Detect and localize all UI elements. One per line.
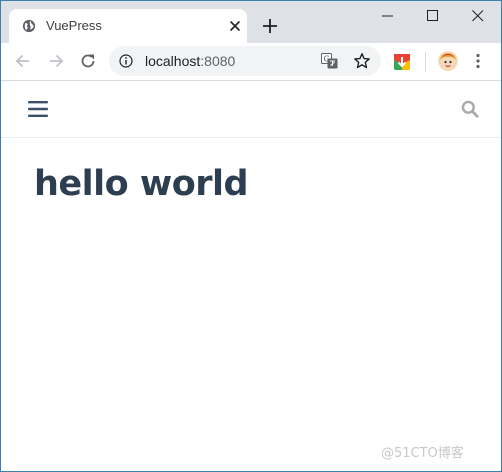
browser-toolbar: localhost:8080 G [1,43,501,81]
globe-icon [22,19,36,33]
window-close-button[interactable] [455,1,501,31]
avatar[interactable] [438,51,458,71]
toolbar-divider [425,52,426,72]
more-menu-icon[interactable] [475,53,481,69]
watermark: @51CTO博客 [381,446,464,461]
page-content: hello world @51CTO博客 [1,81,501,471]
star-icon[interactable] [353,52,371,70]
search-icon[interactable] [461,100,479,118]
page-heading: hello world [34,164,249,204]
close-icon [472,10,484,22]
new-tab-plus-icon[interactable] [261,17,279,35]
tab-close-icon[interactable] [227,18,243,34]
forward-arrow-icon[interactable] [46,51,66,71]
maximize-button[interactable] [410,1,456,31]
tab-vuepress[interactable]: VuePress [9,9,247,43]
url-text: localhost:8080 [145,53,235,69]
vuepress-navbar [1,81,501,138]
tab-title: VuePress [46,18,102,33]
address-bar[interactable]: localhost:8080 G [109,46,381,76]
url-host: localhost [145,53,201,69]
browser-window: VuePress localhost:8080 G hello world @5… [0,0,502,472]
hamburger-icon[interactable] [28,100,48,118]
maximize-icon [427,10,438,21]
info-icon[interactable] [119,54,133,68]
back-arrow-icon[interactable] [13,51,33,71]
tab-strip: VuePress [1,1,501,43]
translate-icon[interactable]: G [321,53,338,69]
extension-icon[interactable] [393,53,411,71]
minimize-icon [382,15,393,17]
minimize-button[interactable] [365,1,411,31]
url-port: :8080 [200,53,236,69]
reload-icon[interactable] [78,51,98,71]
